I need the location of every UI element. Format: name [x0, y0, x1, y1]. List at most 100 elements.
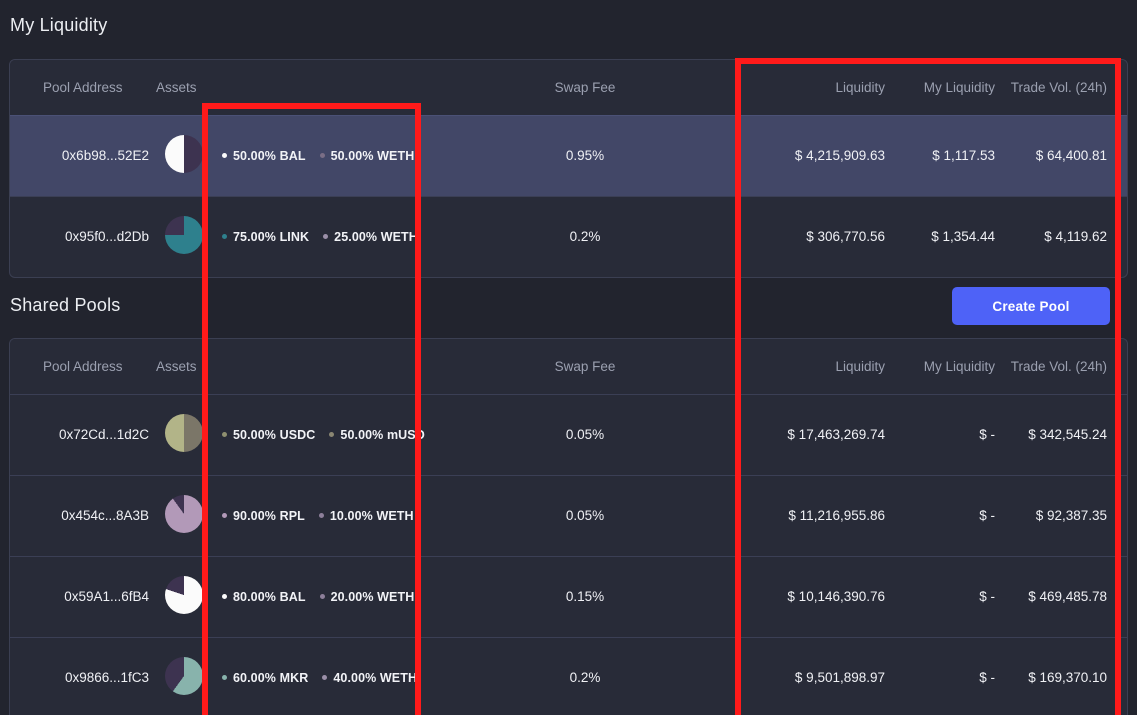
table-row[interactable]: 0x59A1...6fB480.00% BAL20.00% WETH0.15%$…: [10, 556, 1128, 637]
create-pool-button[interactable]: Create Pool: [952, 287, 1110, 325]
asset-color-dot-icon: [320, 153, 325, 158]
table-row[interactable]: 0x6b98...52E250.00% BAL50.00% WETH0.95%$…: [10, 115, 1128, 196]
column-header-trade-volume[interactable]: Trade Vol. (24h): [995, 339, 1128, 394]
asset-weight-label: 90.00% RPL: [233, 509, 305, 523]
cell-my-liquidity: $ -: [885, 475, 995, 556]
cell-assets: 60.00% MKR 40.00% WETH: [212, 637, 430, 715]
cell-pool-address[interactable]: 0x59A1...6fB4: [10, 556, 156, 637]
column-header-assets[interactable]: Assets: [156, 339, 430, 394]
shared-pools-title: Shared Pools: [10, 295, 120, 316]
table-row[interactable]: 0x72Cd...1d2C 50.00% USDC 50.00% mUSD 0.05%…: [10, 394, 1128, 475]
table-row[interactable]: 0x95f0...d2Db75.00% LINK25.00% WETH0.2%$…: [10, 196, 1128, 277]
asset-weight-list: 90.00% RPL 10.00% WETH: [222, 509, 430, 523]
asset-weight-label: 50.00% mUSD: [340, 428, 424, 442]
asset-weight-item: 50.00% WETH: [320, 149, 415, 163]
cell-pie-chart: [156, 475, 212, 556]
cell-pie-chart: [156, 637, 212, 715]
asset-color-dot-icon: [222, 594, 227, 599]
asset-color-dot-icon: [222, 234, 227, 239]
asset-color-dot-icon: [323, 234, 328, 239]
asset-color-dot-icon: [320, 594, 325, 599]
asset-weight-list: 75.00% LINK 25.00% WETH: [222, 230, 430, 244]
column-header-my-liquidity[interactable]: My Liquidity: [885, 339, 995, 394]
asset-weight-list: 80.00% BAL 20.00% WETH: [222, 590, 430, 604]
cell-assets: 90.00% RPL 10.00% WETH: [212, 475, 430, 556]
asset-weight-label: 60.00% MKR: [233, 671, 308, 685]
page-title: My Liquidity: [10, 15, 107, 36]
asset-weight-list: 60.00% MKR 40.00% WETH: [222, 671, 430, 685]
asset-weight-list: 50.00% BAL 50.00% WETH: [222, 149, 430, 163]
cell-my-liquidity: $ -: [885, 637, 995, 715]
asset-weight-item: 75.00% LINK: [222, 230, 309, 244]
cell-assets: 75.00% LINK 25.00% WETH: [212, 196, 430, 277]
shared-pools-table-card: Pool Address Assets Swap Fee Liquidity M…: [9, 338, 1128, 715]
cell-my-liquidity: $ -: [885, 394, 995, 475]
my-liquidity-table-card: Pool Address Assets Swap Fee Liquidity M…: [9, 59, 1128, 278]
cell-swap-fee: 0.15%: [430, 556, 740, 637]
column-header-assets[interactable]: Assets: [156, 60, 430, 115]
shared-pools-table-head: Pool Address Assets Swap Fee Liquidity M…: [10, 339, 1128, 394]
cell-pool-address[interactable]: 0x454c...8A3B: [10, 475, 156, 556]
cell-swap-fee: 0.2%: [430, 637, 740, 715]
asset-weight-label: 10.00% WETH: [330, 509, 414, 523]
column-header-pool-address[interactable]: Pool Address: [10, 60, 156, 115]
column-header-trade-volume[interactable]: Trade Vol. (24h): [995, 60, 1128, 115]
table-row[interactable]: 0x454c...8A3B90.00% RPL10.00% WETH0.05%$…: [10, 475, 1128, 556]
table-header-row: Pool Address Assets Swap Fee Liquidity M…: [10, 60, 1128, 115]
asset-weight-label: 50.00% WETH: [331, 149, 415, 163]
column-header-liquidity[interactable]: Liquidity: [740, 60, 885, 115]
asset-weight-item: 10.00% WETH: [319, 509, 414, 523]
asset-weight-label: 80.00% BAL: [233, 590, 306, 604]
asset-weight-label: 50.00% BAL: [233, 149, 306, 163]
pie-chart-icon: [165, 495, 203, 533]
column-header-my-liquidity[interactable]: My Liquidity: [885, 60, 995, 115]
cell-trade-volume: $ 342,545.24: [995, 394, 1128, 475]
cell-assets: 50.00% USDC 50.00% mUSD: [212, 394, 430, 475]
cell-trade-volume: $ 4,119.62: [995, 196, 1128, 277]
asset-weight-item: 90.00% RPL: [222, 509, 305, 523]
pie-chart-icon: [165, 135, 203, 173]
cell-my-liquidity: $ 1,117.53: [885, 115, 995, 196]
cell-trade-volume: $ 64,400.81: [995, 115, 1128, 196]
shared-pools-table-body: 0x72Cd...1d2C 50.00% USDC 50.00% mUSD 0.05%…: [10, 394, 1128, 715]
asset-weight-list: 50.00% USDC 50.00% mUSD: [222, 428, 430, 442]
cell-liquidity: $ 306,770.56: [740, 196, 885, 277]
liquidity-pools-page: My Liquidity Pool Address Assets Swap Fe…: [0, 0, 1137, 715]
table-row[interactable]: 0x9866...1fC3 60.00% MKR 40.00% WETH 0.2% $ …: [10, 637, 1128, 715]
cell-assets: 50.00% BAL 50.00% WETH: [212, 115, 430, 196]
asset-color-dot-icon: [329, 432, 334, 437]
cell-pool-address[interactable]: 0x9866...1fC3: [10, 637, 156, 715]
cell-liquidity: $ 10,146,390.76: [740, 556, 885, 637]
my-liquidity-table: Pool Address Assets Swap Fee Liquidity M…: [10, 60, 1128, 277]
cell-assets: 80.00% BAL 20.00% WETH: [212, 556, 430, 637]
asset-weight-item: 25.00% WETH: [323, 230, 418, 244]
cell-liquidity: $ 17,463,269.74: [740, 394, 885, 475]
my-liquidity-table-head: Pool Address Assets Swap Fee Liquidity M…: [10, 60, 1128, 115]
column-header-liquidity[interactable]: Liquidity: [740, 339, 885, 394]
cell-pie-chart: [156, 556, 212, 637]
cell-liquidity: $ 11,216,955.86: [740, 475, 885, 556]
asset-weight-label: 20.00% WETH: [331, 590, 415, 604]
cell-pool-address[interactable]: 0x95f0...d2Db: [10, 196, 156, 277]
asset-weight-item: 50.00% USDC: [222, 428, 315, 442]
cell-pie-chart: [156, 196, 212, 277]
asset-weight-item: 80.00% BAL: [222, 590, 306, 604]
column-header-swap-fee[interactable]: Swap Fee: [430, 339, 740, 394]
asset-weight-item: 50.00% mUSD: [329, 428, 424, 442]
column-header-pool-address[interactable]: Pool Address: [10, 339, 156, 394]
cell-pool-address[interactable]: 0x72Cd...1d2C: [10, 394, 156, 475]
cell-pie-chart: [156, 115, 212, 196]
pie-chart-icon: [165, 576, 203, 614]
cell-pool-address[interactable]: 0x6b98...52E2: [10, 115, 156, 196]
cell-swap-fee: 0.05%: [430, 394, 740, 475]
asset-weight-label: 40.00% WETH: [333, 671, 417, 685]
cell-my-liquidity: $ 1,354.44: [885, 196, 995, 277]
cell-liquidity: $ 4,215,909.63: [740, 115, 885, 196]
cell-trade-volume: $ 469,485.78: [995, 556, 1128, 637]
asset-color-dot-icon: [222, 675, 227, 680]
asset-color-dot-icon: [319, 513, 324, 518]
asset-weight-label: 75.00% LINK: [233, 230, 309, 244]
asset-color-dot-icon: [322, 675, 327, 680]
my-liquidity-table-body: 0x6b98...52E250.00% BAL50.00% WETH0.95%$…: [10, 115, 1128, 277]
column-header-swap-fee[interactable]: Swap Fee: [430, 60, 740, 115]
